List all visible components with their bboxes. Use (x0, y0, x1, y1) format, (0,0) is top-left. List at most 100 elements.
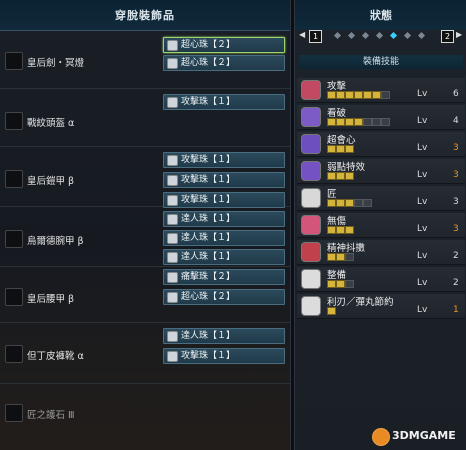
sword-icon (5, 52, 23, 70)
watermark-text: 3DMGAME (392, 429, 456, 442)
skill-level-pip (381, 118, 390, 126)
decoration-slot[interactable]: 超心珠【２】 (163, 55, 285, 71)
page-dot-active[interactable] (389, 31, 398, 40)
page-dot[interactable] (375, 31, 384, 40)
skill-level-pip (327, 280, 336, 288)
skill-level-pip (354, 91, 363, 99)
charm-icon (5, 404, 23, 422)
skill-name: 匠 (327, 189, 337, 200)
level-label: Lv (417, 251, 428, 261)
skill-level-pip (354, 118, 363, 126)
skill-level-value: 1 (453, 305, 459, 315)
skill-row[interactable]: 超會心 Lv 3 (297, 132, 465, 157)
skill-level-pip (336, 280, 345, 288)
speed-sharpening-skill-icon (301, 296, 321, 316)
equipment-name: 皇后劍・冥燈 (27, 58, 85, 69)
skill-level-value: 3 (453, 170, 459, 180)
page-dot[interactable] (403, 31, 412, 40)
decoration-label: 達人珠【１】 (181, 252, 236, 262)
decoration-label: 達人珠【１】 (181, 331, 236, 341)
page-dot[interactable] (333, 31, 342, 40)
decoration-label: 攻擊珠【１】 (181, 97, 236, 107)
peak-performance-skill-icon (301, 215, 321, 235)
decoration-slot[interactable]: 攻擊珠【１】 (163, 172, 285, 188)
skill-level-value: 3 (453, 143, 459, 153)
decoration-label: 痛擊珠【２】 (181, 272, 236, 282)
equipment-name: 皇后腰甲 β (27, 294, 75, 305)
level-label: Lv (417, 89, 428, 99)
gem-icon (167, 331, 178, 342)
divider (0, 266, 290, 267)
chest-armor-icon (5, 170, 23, 188)
page-right-arrow[interactable]: ▶ (456, 30, 462, 39)
page-left-arrow[interactable]: ◀ (299, 30, 305, 39)
decoration-slot[interactable]: 超心珠【２】 (163, 37, 285, 53)
decoration-slot[interactable]: 攻擊珠【１】 (163, 94, 285, 110)
page-dot[interactable] (361, 31, 370, 40)
divider (0, 146, 290, 147)
level-label: Lv (417, 278, 428, 288)
decoration-slot[interactable]: 痛擊珠【２】 (163, 269, 285, 285)
decoration-label: 達人珠【１】 (181, 214, 236, 224)
skill-row[interactable]: 攻擊 Lv 6 (297, 78, 465, 103)
equipped-skills-header: 裝備技能 (299, 55, 463, 69)
skill-name: 弱點特效 (327, 162, 366, 173)
skill-row[interactable]: 利刃／彈丸節約 Lv 1 (297, 294, 465, 319)
decoration-slot[interactable]: 攻擊珠【１】 (163, 348, 285, 364)
attack-skill-icon (301, 80, 321, 100)
decoration-slot[interactable]: 達人珠【１】 (163, 211, 285, 227)
gem-icon (167, 351, 178, 362)
level-label: Lv (417, 305, 428, 315)
maintenance-skill-icon (301, 269, 321, 289)
level-label: Lv (417, 116, 428, 126)
skill-row[interactable]: 整備 Lv 2 (297, 267, 465, 292)
skill-level-pip (345, 226, 354, 234)
agitator-skill-icon (301, 242, 321, 262)
page-dot[interactable] (417, 31, 426, 40)
skill-level-value: 3 (453, 197, 459, 207)
skill-level-pip (336, 118, 345, 126)
skill-row[interactable]: 精神抖擻 Lv 2 (297, 240, 465, 265)
skill-level-pip (345, 280, 354, 288)
decoration-label: 攻擊珠【１】 (181, 351, 236, 361)
page-dot[interactable] (347, 31, 356, 40)
decoration-label: 超心珠【２】 (181, 58, 236, 68)
status-panel-title: 狀態 (370, 9, 392, 22)
decoration-slot[interactable]: 超心珠【２】 (163, 289, 285, 305)
decoration-slot[interactable]: 達人珠【１】 (163, 249, 285, 265)
skill-row[interactable]: 匠 Lv 3 (297, 186, 465, 211)
skill-name: 攻擊 (327, 81, 347, 92)
skill-row[interactable]: 無傷 Lv 3 (297, 213, 465, 238)
arm-armor-icon (5, 230, 23, 248)
skill-level-value: 4 (453, 116, 459, 126)
weakness-exploit-skill-icon (301, 161, 321, 181)
gem-icon (167, 40, 178, 51)
skill-name: 超會心 (327, 135, 356, 146)
decoration-slot[interactable]: 達人珠【１】 (163, 230, 285, 246)
skill-level-value: 6 (453, 89, 459, 99)
divider (0, 383, 290, 384)
divider (0, 88, 290, 89)
decoration-label: 攻擊珠【１】 (181, 155, 236, 165)
skill-row[interactable]: 弱點特效 Lv 3 (297, 159, 465, 184)
status-panel: 狀態 ◀ 1 2 ▶ 裝備技能 攻擊 Lv 6 看破 Lv 4 超會心 Lv 3 弱點特效 Lv 3 匠… (294, 0, 466, 450)
decoration-slot[interactable]: 攻擊珠【１】 (163, 192, 285, 208)
skill-level-pip (345, 172, 354, 180)
equipment-name: 烏爾德腕甲 β (27, 236, 84, 247)
skill-level-pip (327, 118, 336, 126)
page-left-number[interactable]: 1 (309, 30, 322, 43)
skill-level-pip (345, 145, 354, 153)
watermark: 3DMGAME (372, 426, 466, 446)
decoration-slot[interactable]: 達人珠【１】 (163, 328, 285, 344)
decoration-slot[interactable]: 攻擊珠【１】 (163, 152, 285, 168)
critical-boost-skill-icon (301, 134, 321, 154)
skill-level-pip (363, 118, 372, 126)
level-label: Lv (417, 197, 428, 207)
equipment-name: 匠之護石 Ⅲ (27, 410, 75, 421)
gem-icon (167, 58, 178, 69)
skill-name: 無傷 (327, 216, 347, 227)
skill-level-pip (354, 199, 363, 207)
skill-level-pip (336, 172, 345, 180)
skill-row[interactable]: 看破 Lv 4 (297, 105, 465, 130)
page-right-number[interactable]: 2 (441, 30, 454, 43)
